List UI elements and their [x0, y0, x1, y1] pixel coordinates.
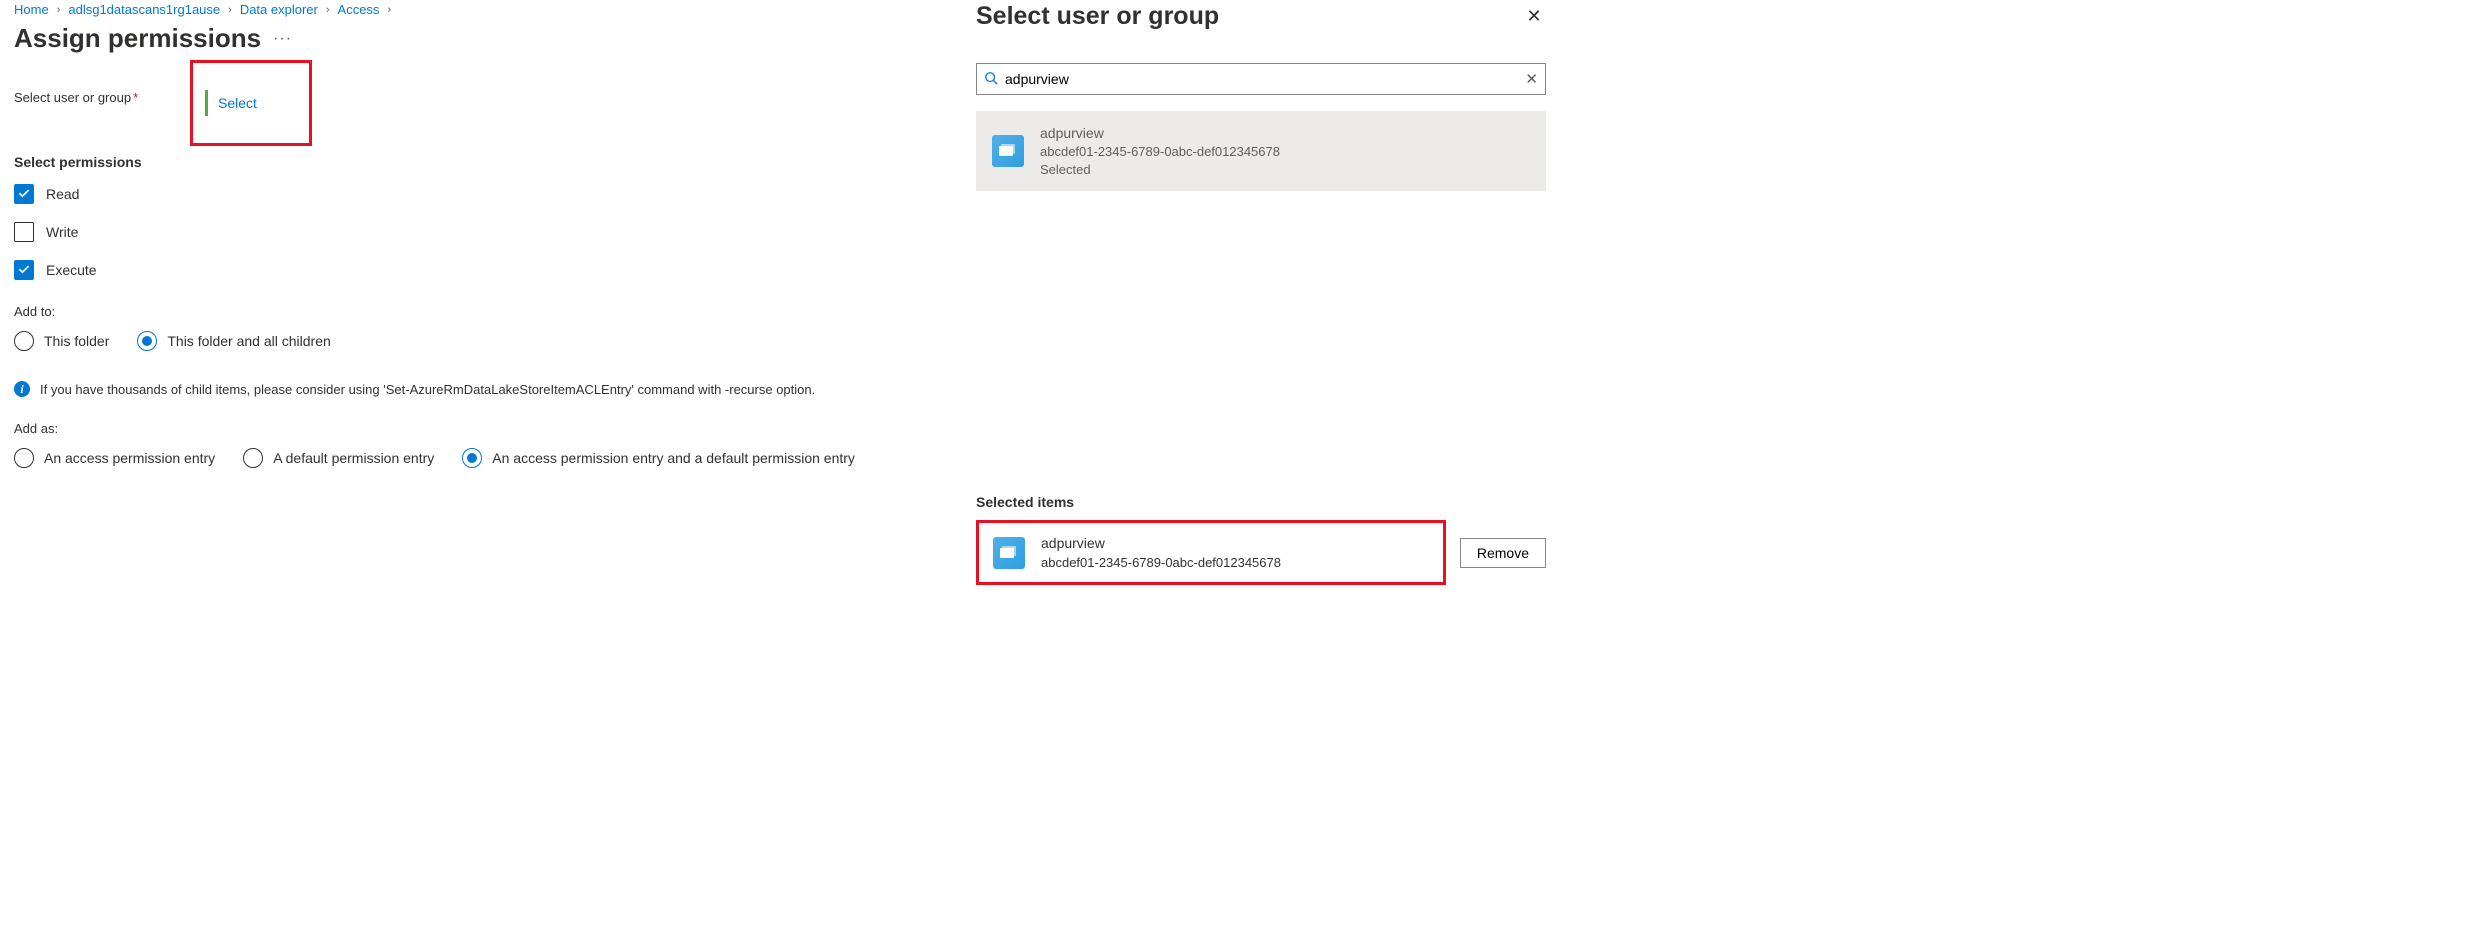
selected-item-id: abcdef01-2345-6789-0abc-def012345678 — [1041, 555, 1281, 570]
add-as-default-radio[interactable] — [243, 448, 263, 468]
breadcrumb-home[interactable]: Home — [14, 2, 49, 17]
info-text: If you have thousands of child items, pl… — [40, 382, 815, 397]
select-user-group-panel: Select user or group ✕ ✕ adpurview abcde… — [966, 0, 1556, 595]
add-to-all-children-label: This folder and all children — [167, 333, 330, 349]
selected-items-header: Selected items — [976, 494, 1546, 510]
add-to-this-folder-label: This folder — [44, 333, 109, 349]
chevron-right-icon: › — [387, 4, 391, 16]
result-id: abcdef01-2345-6789-0abc-def012345678 — [1040, 144, 1280, 159]
add-as-both-radio[interactable] — [462, 448, 482, 468]
result-selected-badge: Selected — [1040, 162, 1280, 177]
breadcrumb-data-explorer[interactable]: Data explorer — [240, 2, 318, 17]
chevron-right-icon: › — [326, 4, 330, 16]
execute-label: Execute — [46, 262, 97, 278]
page-title: Assign permissions — [14, 23, 261, 54]
result-name: adpurview — [1040, 125, 1280, 141]
search-input[interactable] — [976, 63, 1546, 95]
read-label: Read — [46, 186, 79, 202]
add-to-this-folder-radio[interactable] — [14, 331, 34, 351]
info-icon: i — [14, 381, 30, 397]
search-result-item[interactable]: adpurview abcdef01-2345-6789-0abc-def012… — [976, 111, 1546, 191]
breadcrumb: Home › adlsg1datascans1rg1ause › Data ex… — [14, 2, 956, 17]
search-icon — [984, 71, 998, 88]
add-as-access-label: An access permission entry — [44, 450, 215, 466]
select-user-group-link[interactable]: Select — [205, 90, 257, 116]
add-as-label: Add as: — [14, 421, 956, 436]
write-checkbox[interactable] — [14, 222, 34, 242]
close-icon[interactable]: ✕ — [1522, 5, 1546, 29]
add-as-access-radio[interactable] — [14, 448, 34, 468]
clear-search-icon[interactable]: ✕ — [1525, 70, 1538, 88]
more-actions-button[interactable]: ··· — [273, 30, 292, 48]
execute-checkbox[interactable] — [14, 260, 34, 280]
add-as-both-label: An access permission entry and a default… — [492, 450, 855, 466]
read-checkbox[interactable] — [14, 184, 34, 204]
write-label: Write — [46, 224, 78, 240]
select-user-group-label: Select user or group* — [14, 90, 190, 105]
select-permissions-header: Select permissions — [14, 154, 956, 170]
assign-permissions-pane: Home › adlsg1datascans1rg1ause › Data ex… — [0, 0, 966, 595]
select-user-group-highlight: Select — [190, 60, 312, 146]
panel-title: Select user or group — [976, 2, 1219, 31]
chevron-right-icon: › — [57, 4, 61, 16]
app-icon — [993, 537, 1025, 569]
add-as-default-label: A default permission entry — [273, 450, 434, 466]
breadcrumb-access[interactable]: Access — [338, 2, 380, 17]
chevron-right-icon: › — [228, 4, 232, 16]
selected-item-highlight: adpurview abcdef01-2345-6789-0abc-def012… — [976, 520, 1446, 585]
remove-button[interactable]: Remove — [1460, 538, 1546, 568]
add-to-all-children-radio[interactable] — [137, 331, 157, 351]
add-to-label: Add to: — [14, 304, 956, 319]
breadcrumb-resource-group[interactable]: adlsg1datascans1rg1ause — [68, 2, 220, 17]
app-icon — [992, 135, 1024, 167]
selected-item-name: adpurview — [1041, 535, 1281, 551]
